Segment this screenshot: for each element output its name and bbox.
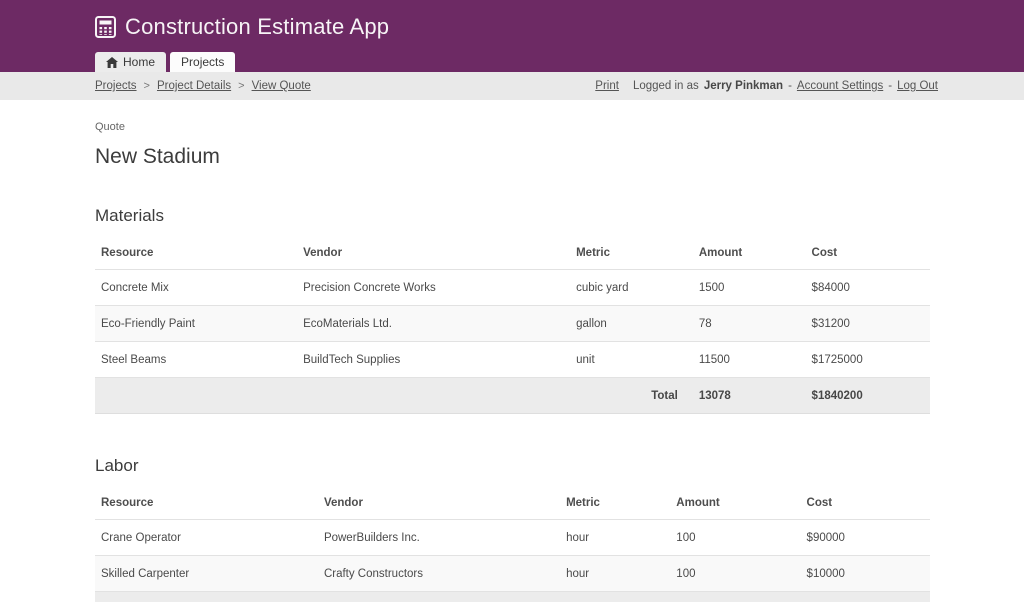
tab-home-label: Home xyxy=(123,55,155,69)
cell-vendor: EcoMaterials Ltd. xyxy=(297,306,570,342)
total-row: Total 200 $100000 xyxy=(95,592,930,602)
column-header: Amount xyxy=(670,487,800,520)
labor-heading: Labor xyxy=(95,456,930,476)
breadcrumb-project-details[interactable]: Project Details xyxy=(157,80,231,92)
page-title: New Stadium xyxy=(95,145,930,169)
print-link[interactable]: Print xyxy=(595,80,619,92)
breadcrumb-separator: > xyxy=(238,80,244,92)
cell-resource: Eco-Friendly Paint xyxy=(95,306,297,342)
home-icon xyxy=(106,57,118,68)
cell-resource: Crane Operator xyxy=(95,520,318,556)
main-nav: Home Projects xyxy=(95,52,235,72)
cell-amount: 1500 xyxy=(693,270,806,306)
cell-cost: $90000 xyxy=(801,520,930,556)
table-row: Concrete Mix Precision Concrete Works cu… xyxy=(95,270,930,306)
app-header: Construction Estimate App Home Projects xyxy=(0,0,1024,72)
cell-metric: hour xyxy=(560,520,670,556)
tab-projects[interactable]: Projects xyxy=(170,52,235,72)
column-header: Resource xyxy=(95,487,318,520)
empty-cell xyxy=(297,378,570,414)
cell-resource: Skilled Carpenter xyxy=(95,556,318,592)
column-header: Vendor xyxy=(297,237,570,270)
table-header-row: Resource Vendor Metric Amount Cost xyxy=(95,487,930,520)
cell-amount: 11500 xyxy=(693,342,806,378)
cell-cost: $84000 xyxy=(806,270,930,306)
materials-section: Materials Resource Vendor Metric Amount … xyxy=(95,206,930,414)
breadcrumb-projects[interactable]: Projects xyxy=(95,80,137,92)
total-row: Total 13078 $1840200 xyxy=(95,378,930,414)
cell-amount: 100 xyxy=(670,556,800,592)
cell-resource: Steel Beams xyxy=(95,342,297,378)
tab-home[interactable]: Home xyxy=(95,52,166,72)
column-header: Cost xyxy=(806,237,930,270)
cell-vendor: Crafty Constructors xyxy=(318,556,560,592)
cell-vendor: Precision Concrete Works xyxy=(297,270,570,306)
empty-cell xyxy=(95,592,318,602)
breadcrumb: Projects > Project Details > View Quote xyxy=(95,80,311,92)
cell-cost: $1725000 xyxy=(806,342,930,378)
cell-metric: unit xyxy=(570,342,693,378)
quote-page: Quote New Stadium Materials Resource Ven… xyxy=(0,100,1024,602)
empty-cell xyxy=(95,378,297,414)
labor-section: Labor Resource Vendor Metric Amount Cost… xyxy=(95,456,930,602)
breadcrumb-bar: Projects > Project Details > View Quote … xyxy=(0,72,1024,100)
breadcrumb-separator: > xyxy=(144,80,150,92)
breadcrumb-view-quote[interactable]: View Quote xyxy=(252,80,311,92)
total-label: Total xyxy=(560,592,670,602)
table-row: Eco-Friendly Paint EcoMaterials Ltd. gal… xyxy=(95,306,930,342)
column-header: Metric xyxy=(570,237,693,270)
empty-cell xyxy=(318,592,560,602)
total-cost: $1840200 xyxy=(806,378,930,414)
table-header-row: Resource Vendor Metric Amount Cost xyxy=(95,237,930,270)
account-settings-link[interactable]: Account Settings xyxy=(797,80,883,92)
cell-cost: $31200 xyxy=(806,306,930,342)
cell-amount: 100 xyxy=(670,520,800,556)
cell-metric: hour xyxy=(560,556,670,592)
cell-resource: Concrete Mix xyxy=(95,270,297,306)
cell-vendor: PowerBuilders Inc. xyxy=(318,520,560,556)
column-header: Resource xyxy=(95,237,297,270)
column-header: Vendor xyxy=(318,487,560,520)
labor-table: Resource Vendor Metric Amount Cost Crane… xyxy=(95,487,930,602)
logged-in-text: Logged in as xyxy=(633,80,699,92)
separator-dash: - xyxy=(788,80,792,92)
app-title-row: Construction Estimate App xyxy=(0,0,1024,40)
app-title: Construction Estimate App xyxy=(125,14,389,40)
total-label: Total xyxy=(570,378,693,414)
cell-metric: gallon xyxy=(570,306,693,342)
page-eyebrow: Quote xyxy=(95,121,930,133)
column-header: Cost xyxy=(801,487,930,520)
cell-metric: cubic yard xyxy=(570,270,693,306)
total-amount: 13078 xyxy=(693,378,806,414)
materials-table: Resource Vendor Metric Amount Cost Concr… xyxy=(95,237,930,414)
column-header: Amount xyxy=(693,237,806,270)
cell-amount: 78 xyxy=(693,306,806,342)
materials-heading: Materials xyxy=(95,206,930,226)
table-row: Skilled Carpenter Crafty Constructors ho… xyxy=(95,556,930,592)
table-row: Steel Beams BuildTech Supplies unit 1150… xyxy=(95,342,930,378)
column-header: Metric xyxy=(560,487,670,520)
tab-projects-label: Projects xyxy=(181,55,224,69)
total-amount: 200 xyxy=(670,592,800,602)
log-out-link[interactable]: Log Out xyxy=(897,80,938,92)
cell-cost: $10000 xyxy=(801,556,930,592)
table-row: Crane Operator PowerBuilders Inc. hour 1… xyxy=(95,520,930,556)
session-controls: Print Logged in as Jerry Pinkman - Accou… xyxy=(595,80,938,92)
user-name: Jerry Pinkman xyxy=(704,80,783,92)
separator-dash: - xyxy=(888,80,892,92)
total-cost: $100000 xyxy=(801,592,930,602)
cell-vendor: BuildTech Supplies xyxy=(297,342,570,378)
calculator-icon xyxy=(95,16,116,38)
